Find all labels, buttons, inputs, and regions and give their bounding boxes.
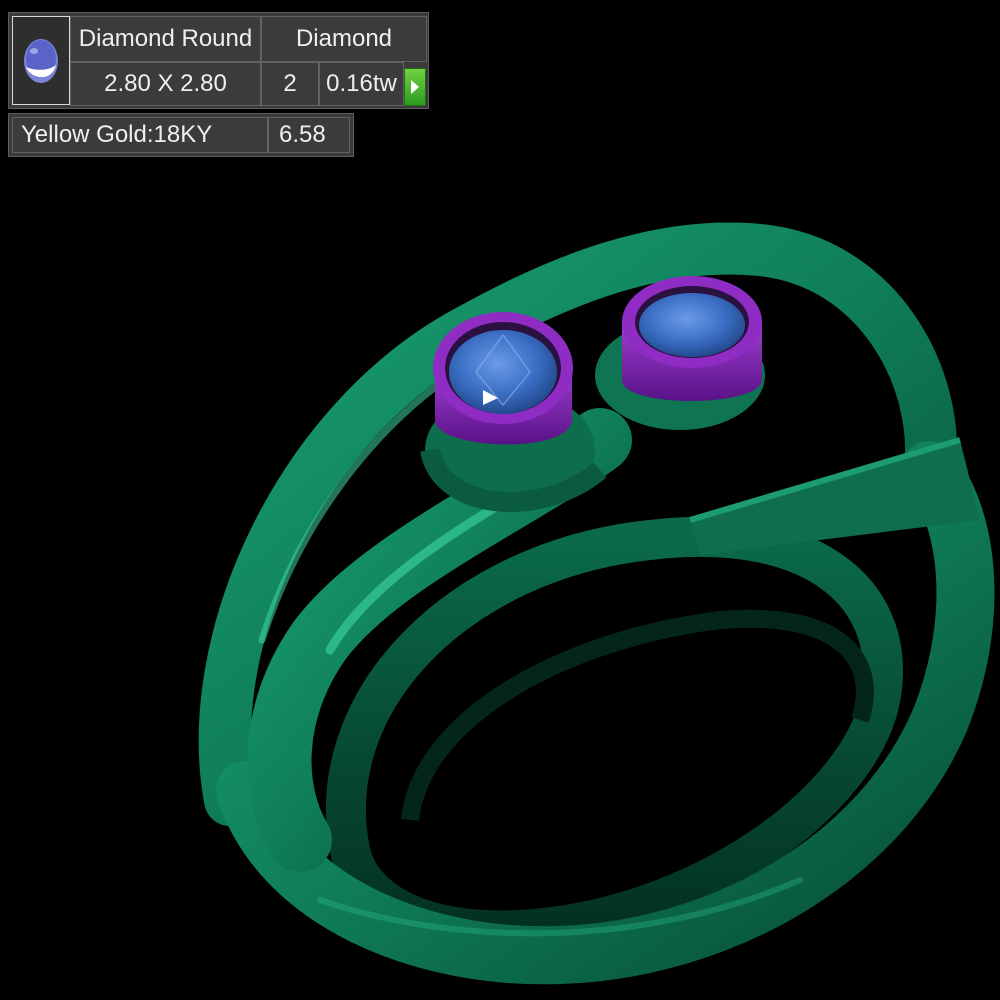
stone-details-button[interactable] xyxy=(404,68,426,106)
play-arrow-icon xyxy=(411,80,419,94)
diamond-stone-left xyxy=(449,330,557,414)
stone-count-value: 2 xyxy=(261,62,319,106)
stone-info-panel: Diamond Round Diamond 2.80 X 2.80 2 0.16… xyxy=(8,12,429,109)
metal-weight-value: 6.58 xyxy=(268,117,350,153)
diamond-stone-right xyxy=(639,293,745,357)
metal-type-label: Yellow Gold:18KY xyxy=(12,117,268,153)
stone-shape-label: Diamond Round xyxy=(70,16,261,62)
right-bezel-setting[interactable] xyxy=(622,276,762,401)
stone-size-value: 2.80 X 2.80 xyxy=(70,62,261,106)
metal-info-panel: Yellow Gold:18KY 6.58 xyxy=(8,113,354,157)
left-bezel-setting[interactable] xyxy=(433,312,573,445)
stone-weight-value: 0.16tw xyxy=(319,62,404,106)
round-gem-icon[interactable] xyxy=(12,16,70,105)
stone-type-label: Diamond xyxy=(261,16,427,62)
